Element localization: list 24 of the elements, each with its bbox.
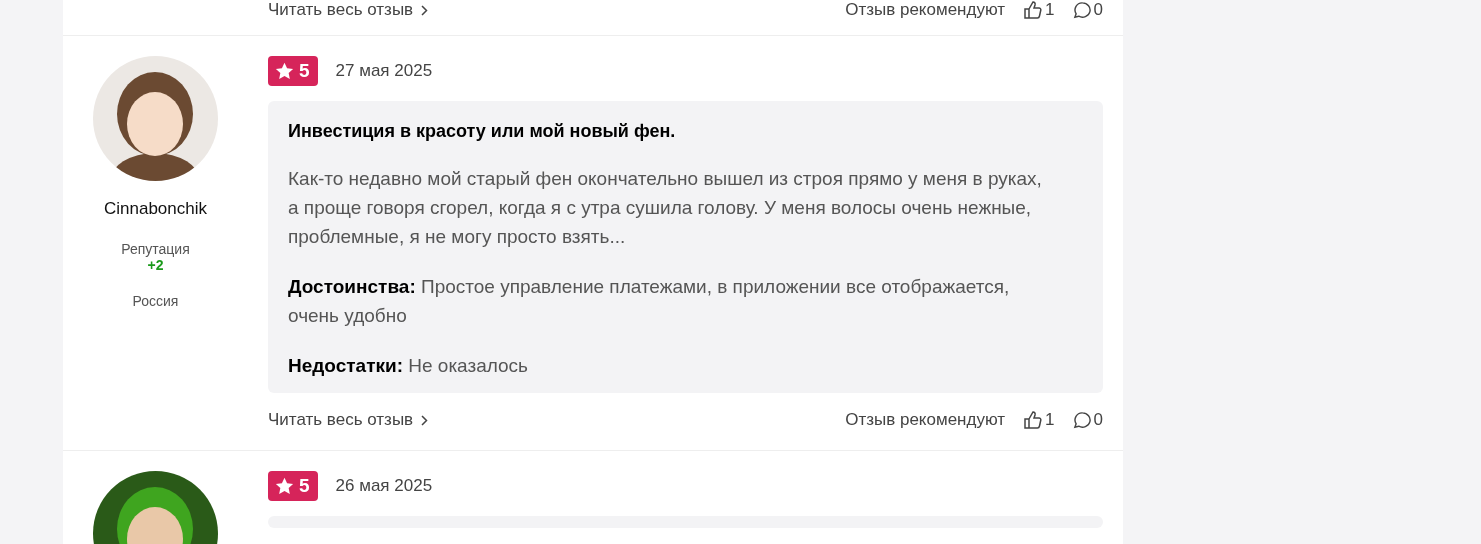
read-more-link[interactable]: Читать весь отзыв [268,410,429,430]
review-text: Как-то недавно мой старый фен окончательно вышел из строя прямо у меня в руках, а проще говоря сгорел, когда я с утра сушила голову. У меня волосы очень нежные, проблемные, я не могу просто взять... [288,167,1043,249]
pros-text: Достоинства: Простое управление платежами, в приложении все отображается, очень удобно [288,275,1011,328]
rating-badge: 5 [268,56,318,86]
chevron-right-icon [421,414,429,426]
like-button[interactable]: 1 [1023,410,1055,430]
comment-button[interactable]: 0 [1072,410,1103,430]
star-icon [275,62,294,80]
reputation-value: +2 [147,257,164,273]
recommend-label: Отзыв рекомендуют [845,410,1006,430]
cons-text: Недостатки: Не оказалось [288,354,529,378]
chevron-right-icon [421,4,429,16]
comment-button[interactable]: 0 [1072,0,1103,20]
review-date: 27 мая 2025 [335,61,433,81]
rating-badge: 5 [268,471,318,501]
recommend-label: Отзыв рекомендуют [845,0,1006,20]
like-button[interactable]: 1 [1023,0,1055,20]
review-title: Инвестиция в красоту или мой новый фен. [288,121,677,142]
star-icon [275,477,294,495]
reputation-label: Репутация [121,241,190,257]
country: Россия [132,293,179,309]
author-name[interactable]: Cinnabonchik [104,199,207,219]
review-date: 26 мая 2025 [335,476,433,496]
read-more-link[interactable]: Читать весь отзыв [268,0,429,20]
